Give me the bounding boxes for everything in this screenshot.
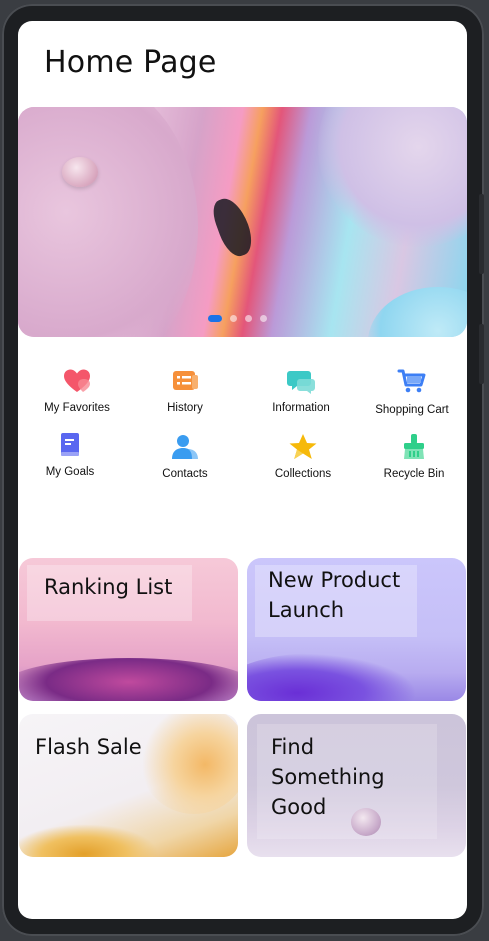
- card-flash-sale[interactable]: Flash Sale: [19, 714, 238, 857]
- shortcut-label: My Goals: [45, 466, 95, 478]
- card-title-line: Good: [271, 795, 327, 819]
- card-title: Flash Sale: [35, 735, 142, 759]
- card-title: Find Something Good: [271, 732, 385, 822]
- shortcut-collections[interactable]: Collections: [247, 433, 359, 480]
- shortcut-grid: My Favorites History Information Shoppin…: [18, 367, 467, 497]
- broom-icon: [404, 434, 424, 459]
- card-find-something-good[interactable]: Find Something Good: [247, 714, 466, 857]
- star-icon: [289, 434, 317, 459]
- chat-icon: [287, 371, 315, 394]
- card-title-line: New Product: [268, 568, 401, 592]
- card-decoration: [19, 658, 238, 701]
- book-icon: [61, 433, 79, 456]
- shortcut-shopping-cart[interactable]: Shopping Cart: [356, 367, 467, 416]
- history-icon: [173, 371, 198, 390]
- cart-icon: [397, 369, 426, 393]
- shortcut-label: History: [167, 402, 203, 414]
- carousel-indicator[interactable]: [208, 315, 267, 322]
- card-decoration: [19, 824, 159, 857]
- card-decoration: [139, 714, 238, 814]
- shortcut-label: Shopping Cart: [375, 404, 449, 416]
- banner-bubble: [62, 157, 98, 187]
- shortcut-contacts[interactable]: Contacts: [129, 433, 241, 480]
- card-decoration: [247, 653, 417, 701]
- volume-button: [479, 194, 484, 274]
- shortcut-label: Collections: [274, 468, 332, 480]
- shortcut-label: Contacts: [162, 468, 208, 480]
- heart-icon: [64, 369, 90, 392]
- shortcut-history[interactable]: History: [129, 367, 241, 414]
- carousel-dot[interactable]: [245, 315, 252, 322]
- card-new-product-launch[interactable]: New Product Launch: [247, 558, 466, 701]
- shortcut-recycle-bin[interactable]: Recycle Bin: [358, 433, 467, 480]
- banner-carousel[interactable]: [18, 107, 467, 337]
- carousel-dot[interactable]: [260, 315, 267, 322]
- card-ranking-list[interactable]: Ranking List: [19, 558, 238, 701]
- banner-shape: [318, 107, 467, 247]
- shortcut-label: My Favorites: [44, 402, 110, 414]
- banner-shape: [18, 107, 198, 337]
- shortcut-my-favorites[interactable]: My Favorites: [21, 367, 133, 414]
- card-title-line: Something: [271, 765, 385, 789]
- shortcut-information[interactable]: Information: [245, 367, 357, 414]
- power-button: [479, 324, 484, 384]
- person-icon: [172, 435, 198, 459]
- page-title: Home Page: [44, 45, 217, 80]
- shortcut-my-goals[interactable]: My Goals: [18, 431, 126, 478]
- card-title-line: Launch: [268, 598, 345, 622]
- carousel-dot[interactable]: [208, 315, 222, 322]
- shortcut-label: Recycle Bin: [383, 468, 445, 480]
- app-screen: Home Page My Favorites History Informati…: [18, 21, 467, 919]
- card-title-line: Find: [271, 735, 315, 759]
- card-title: New Product Launch: [268, 565, 400, 625]
- card-title: Ranking List: [44, 575, 173, 599]
- banner-shape: [208, 193, 258, 261]
- banner-shape: [368, 287, 467, 337]
- carousel-dot[interactable]: [230, 315, 237, 322]
- shortcut-label: Information: [272, 402, 330, 414]
